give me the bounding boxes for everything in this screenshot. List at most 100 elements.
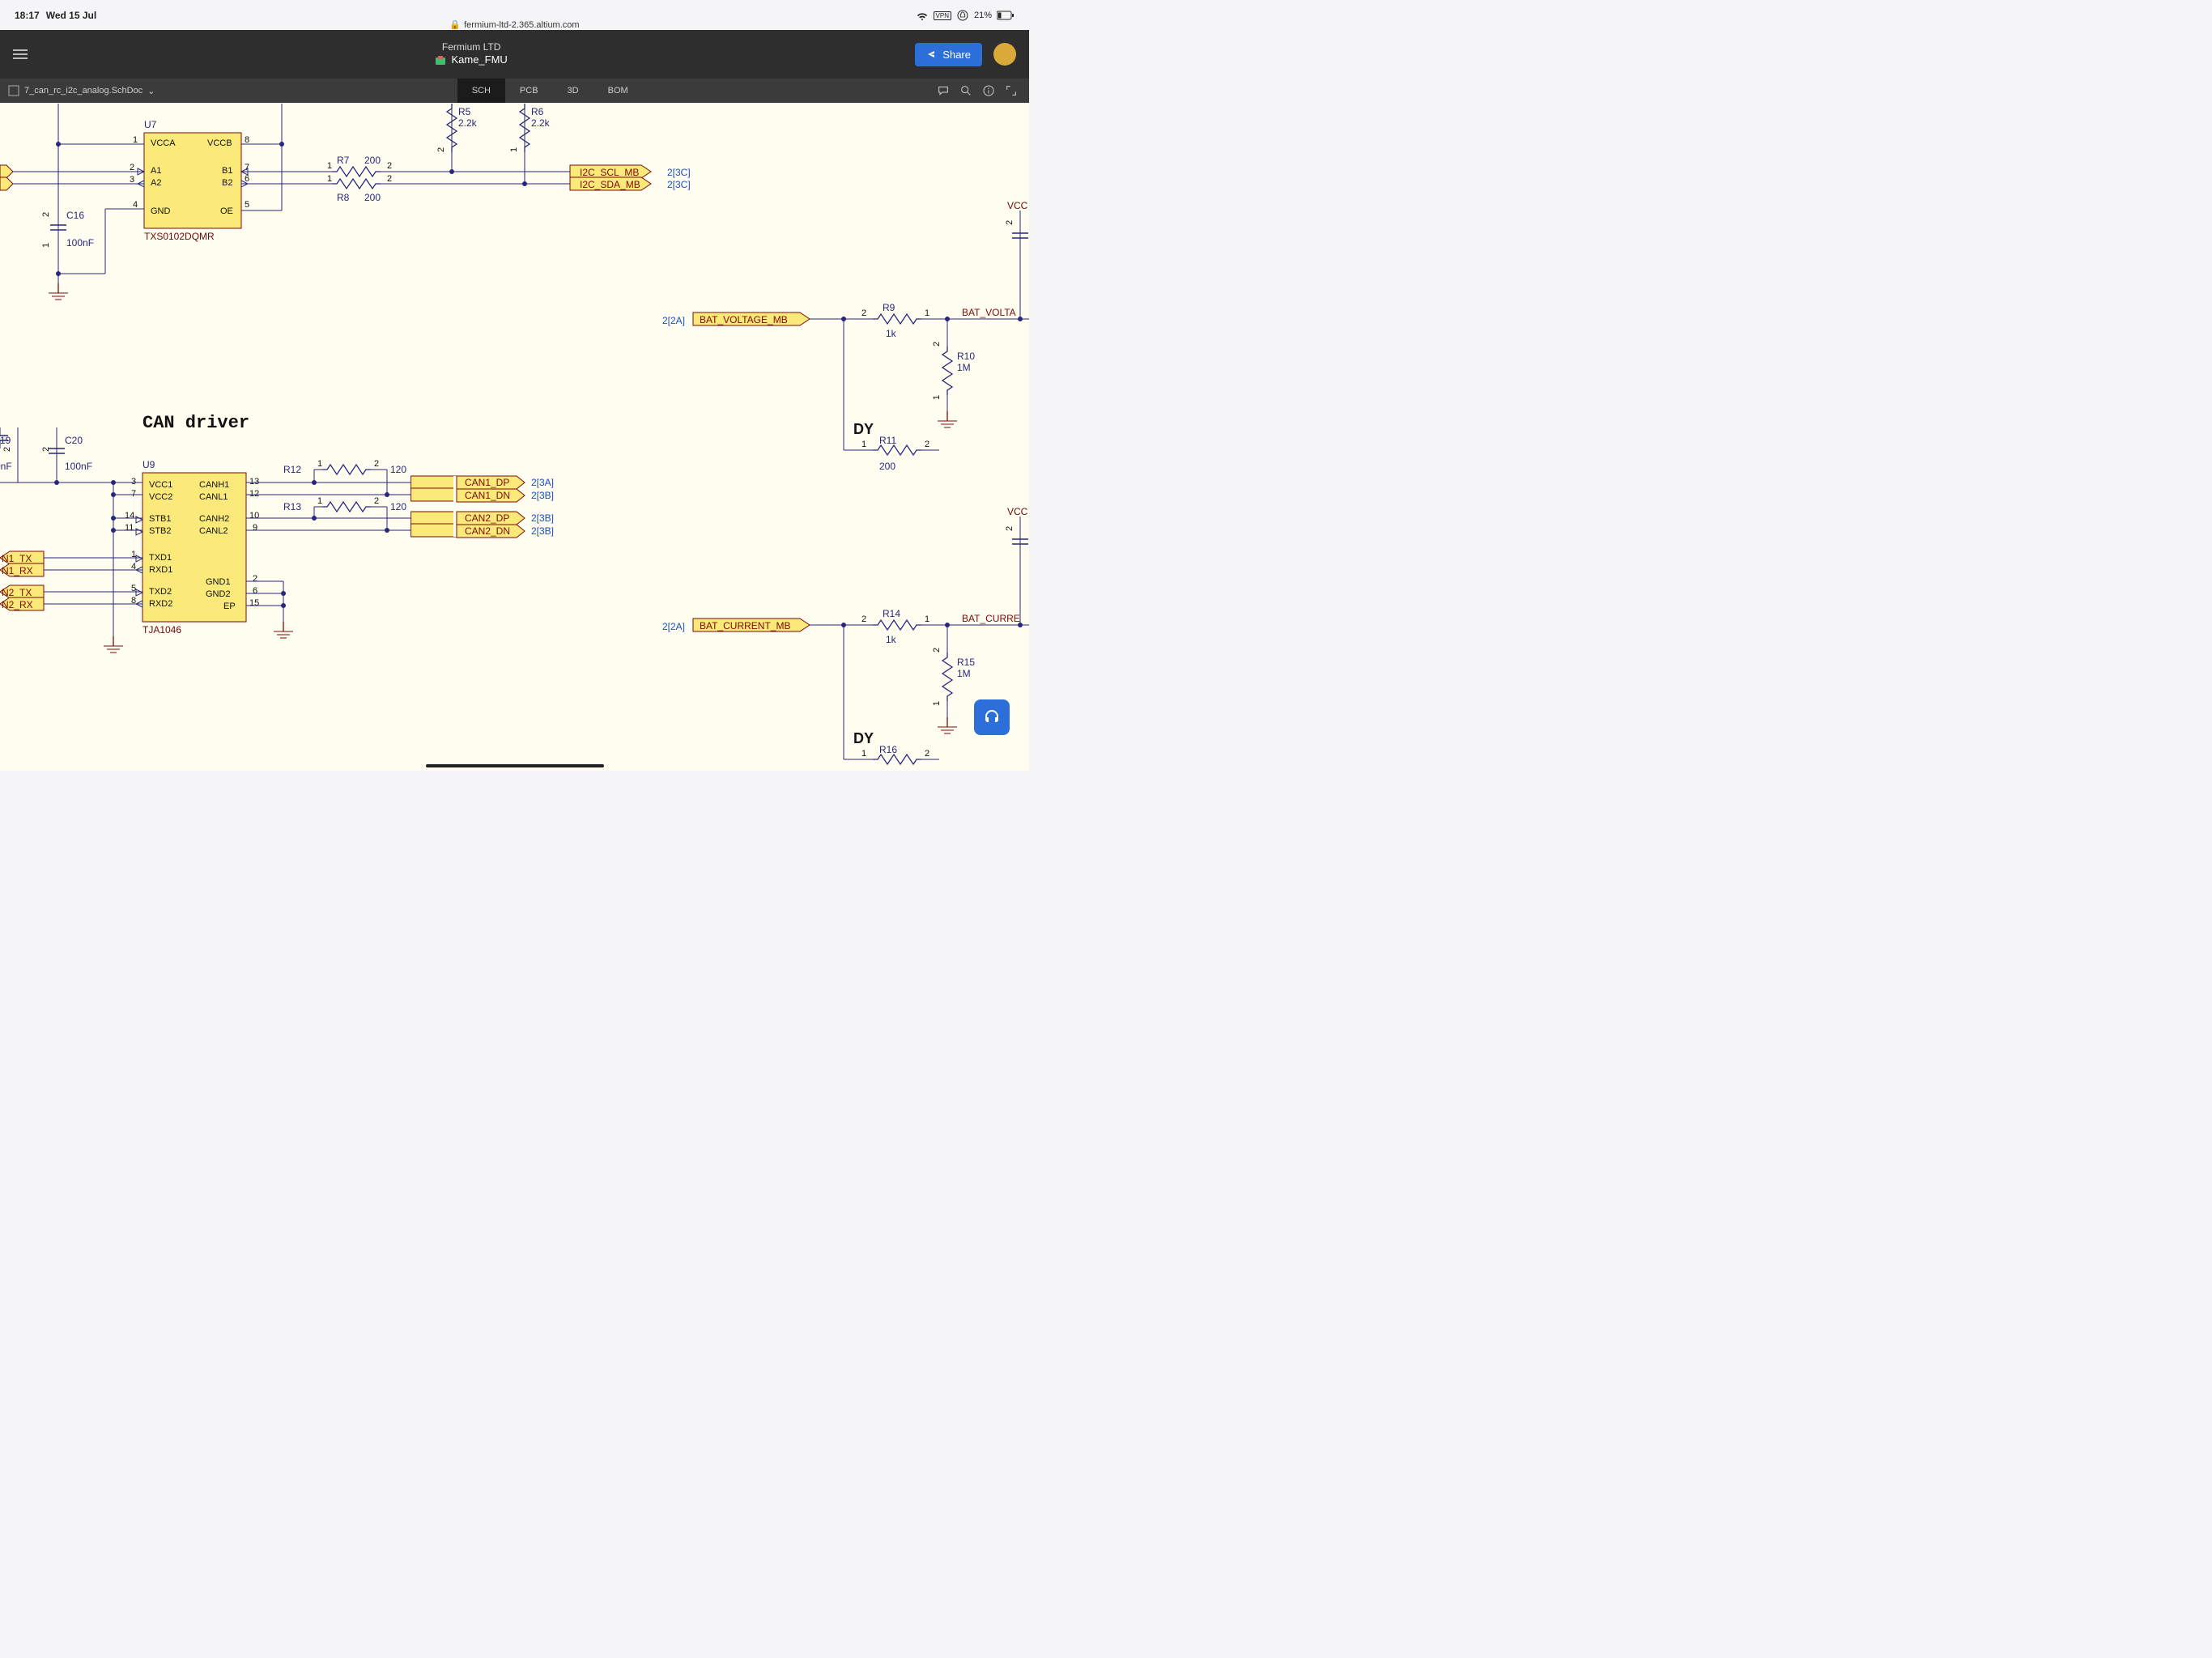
svg-text:2: 2: [2, 447, 12, 452]
share-label: Share: [942, 49, 971, 61]
svg-text:U9: U9: [143, 459, 155, 470]
svg-text:200: 200: [879, 461, 895, 472]
svg-text:200: 200: [364, 192, 381, 203]
svg-text:7: 7: [131, 489, 136, 499]
svg-text:CAN2_DN: CAN2_DN: [465, 525, 510, 537]
tab-bom[interactable]: BOM: [593, 79, 643, 103]
svg-text:GND: GND: [151, 206, 171, 216]
comments-icon[interactable]: [937, 84, 950, 97]
view-toolbar: 7_can_rc_i2c_analog.SchDoc ⌄ SCH PCB 3D …: [0, 79, 1029, 103]
svg-text:CAN1_DN: CAN1_DN: [465, 490, 510, 501]
svg-text:10: 10: [249, 511, 259, 521]
help-fab[interactable]: [974, 699, 1010, 735]
svg-text:1M: 1M: [957, 362, 971, 373]
svg-text:STB2: STB2: [149, 526, 172, 536]
svg-text:9: 9: [253, 523, 257, 533]
search-icon[interactable]: [959, 84, 972, 97]
avatar[interactable]: [993, 43, 1016, 66]
svg-text:200: 200: [364, 155, 381, 166]
svg-text:2[3C]: 2[3C]: [667, 167, 691, 178]
svg-text:19: 19: [0, 435, 11, 446]
document-selector[interactable]: 7_can_rc_i2c_analog.SchDoc ⌄: [0, 85, 163, 96]
tab-sch[interactable]: SCH: [457, 79, 505, 103]
svg-text:CANH1: CANH1: [199, 480, 229, 490]
svg-text:1: 1: [133, 135, 138, 145]
browser-url-bar[interactable]: 🔒fermium-ltd-2.365.altium.com: [0, 19, 1029, 30]
svg-text:N2_TX: N2_TX: [2, 587, 32, 598]
svg-text:0nF: 0nF: [0, 461, 12, 472]
share-button[interactable]: Share: [915, 43, 982, 66]
svg-text:2[3A]: 2[3A]: [531, 477, 554, 488]
svg-text:2: 2: [932, 342, 942, 346]
svg-text:1: 1: [317, 459, 322, 469]
svg-text:2[2A]: 2[2A]: [662, 315, 685, 326]
svg-text:15: 15: [249, 598, 259, 608]
schematic-svg: I2C buffer VCC3 VCCA U7 TXS0102DQMR VCCA…: [0, 104, 1029, 771]
svg-text:CANL1: CANL1: [199, 492, 228, 502]
svg-text:VCC: VCC: [1007, 506, 1028, 517]
svg-text:4: 4: [133, 200, 138, 210]
svg-text:2: 2: [374, 496, 379, 506]
svg-text:2: 2: [1005, 220, 1015, 225]
svg-text:GND1: GND1: [206, 577, 231, 587]
svg-text:2.2k: 2.2k: [531, 117, 551, 129]
svg-text:A2: A2: [151, 178, 161, 188]
svg-text:2: 2: [41, 212, 51, 217]
svg-text:2[3B]: 2[3B]: [531, 512, 554, 524]
svg-text:R5: R5: [458, 106, 471, 117]
svg-text:R11: R11: [879, 435, 896, 446]
svg-text:2: 2: [932, 648, 942, 653]
svg-text:VCCA: VCCA: [151, 138, 176, 148]
svg-text:1: 1: [861, 440, 866, 449]
svg-text:R9: R9: [883, 302, 895, 313]
svg-text:1: 1: [925, 308, 929, 318]
svg-text:R10: R10: [957, 351, 975, 362]
svg-text:11: 11: [125, 523, 134, 533]
svg-text:R7: R7: [337, 155, 350, 166]
project-name[interactable]: Kame_FMU: [451, 53, 507, 67]
svg-text:3: 3: [130, 175, 134, 185]
svg-text:2[3C]: 2[3C]: [667, 179, 691, 190]
svg-text:CAN1_DP: CAN1_DP: [465, 477, 509, 488]
home-indicator[interactable]: [426, 764, 604, 767]
svg-text:RXD1: RXD1: [149, 565, 172, 575]
svg-text:C20: C20: [65, 435, 83, 446]
svg-text:R15: R15: [957, 657, 975, 668]
schematic-canvas[interactable]: I2C buffer VCC3 VCCA U7 TXS0102DQMR VCCA…: [0, 104, 1029, 771]
section-can-title: CAN driver: [143, 413, 249, 433]
tab-3d[interactable]: 3D: [553, 79, 593, 103]
svg-text:1k: 1k: [886, 328, 897, 339]
tab-pcb[interactable]: PCB: [505, 79, 553, 103]
app-header: Fermium LTD Kame_FMU Share: [0, 30, 1029, 79]
project-icon: [435, 55, 446, 66]
svg-text:1: 1: [317, 496, 322, 506]
url-host: fermium-ltd-2.365.altium.com: [464, 20, 579, 30]
svg-text:2: 2: [130, 163, 134, 172]
svg-text:1: 1: [509, 147, 519, 152]
fullscreen-icon[interactable]: [1005, 84, 1018, 97]
svg-text:OE: OE: [220, 206, 233, 216]
share-icon: [926, 49, 936, 59]
battery-icon: [997, 11, 1015, 20]
svg-text:120: 120: [390, 501, 406, 512]
svg-text:R14: R14: [883, 608, 900, 619]
svg-text:STB1: STB1: [149, 514, 172, 524]
svg-text:VCCB: VCCB: [207, 138, 232, 148]
info-icon[interactable]: [982, 84, 995, 97]
svg-text:R8: R8: [337, 192, 350, 203]
svg-text:A1: A1: [151, 166, 161, 176]
svg-text:CANL2: CANL2: [199, 526, 228, 536]
svg-text:100nF: 100nF: [65, 461, 92, 472]
svg-text:B1: B1: [222, 166, 232, 176]
menu-button[interactable]: [13, 47, 28, 62]
bat-voltage-block: VCC 2 2[2A] BAT_VOLTAGE_MB R9 1k 2 1 BAT…: [662, 200, 1029, 472]
svg-text:2: 2: [925, 440, 929, 449]
svg-text:2: 2: [41, 447, 51, 452]
svg-text:C16: C16: [66, 210, 84, 221]
svg-text:7: 7: [245, 163, 249, 172]
svg-text:GND2: GND2: [206, 589, 231, 599]
u7-designator: U7: [144, 119, 157, 130]
svg-text:TXD2: TXD2: [149, 587, 172, 597]
company-name: Fermium LTD: [435, 41, 507, 54]
svg-text:2.2k: 2.2k: [458, 117, 478, 129]
